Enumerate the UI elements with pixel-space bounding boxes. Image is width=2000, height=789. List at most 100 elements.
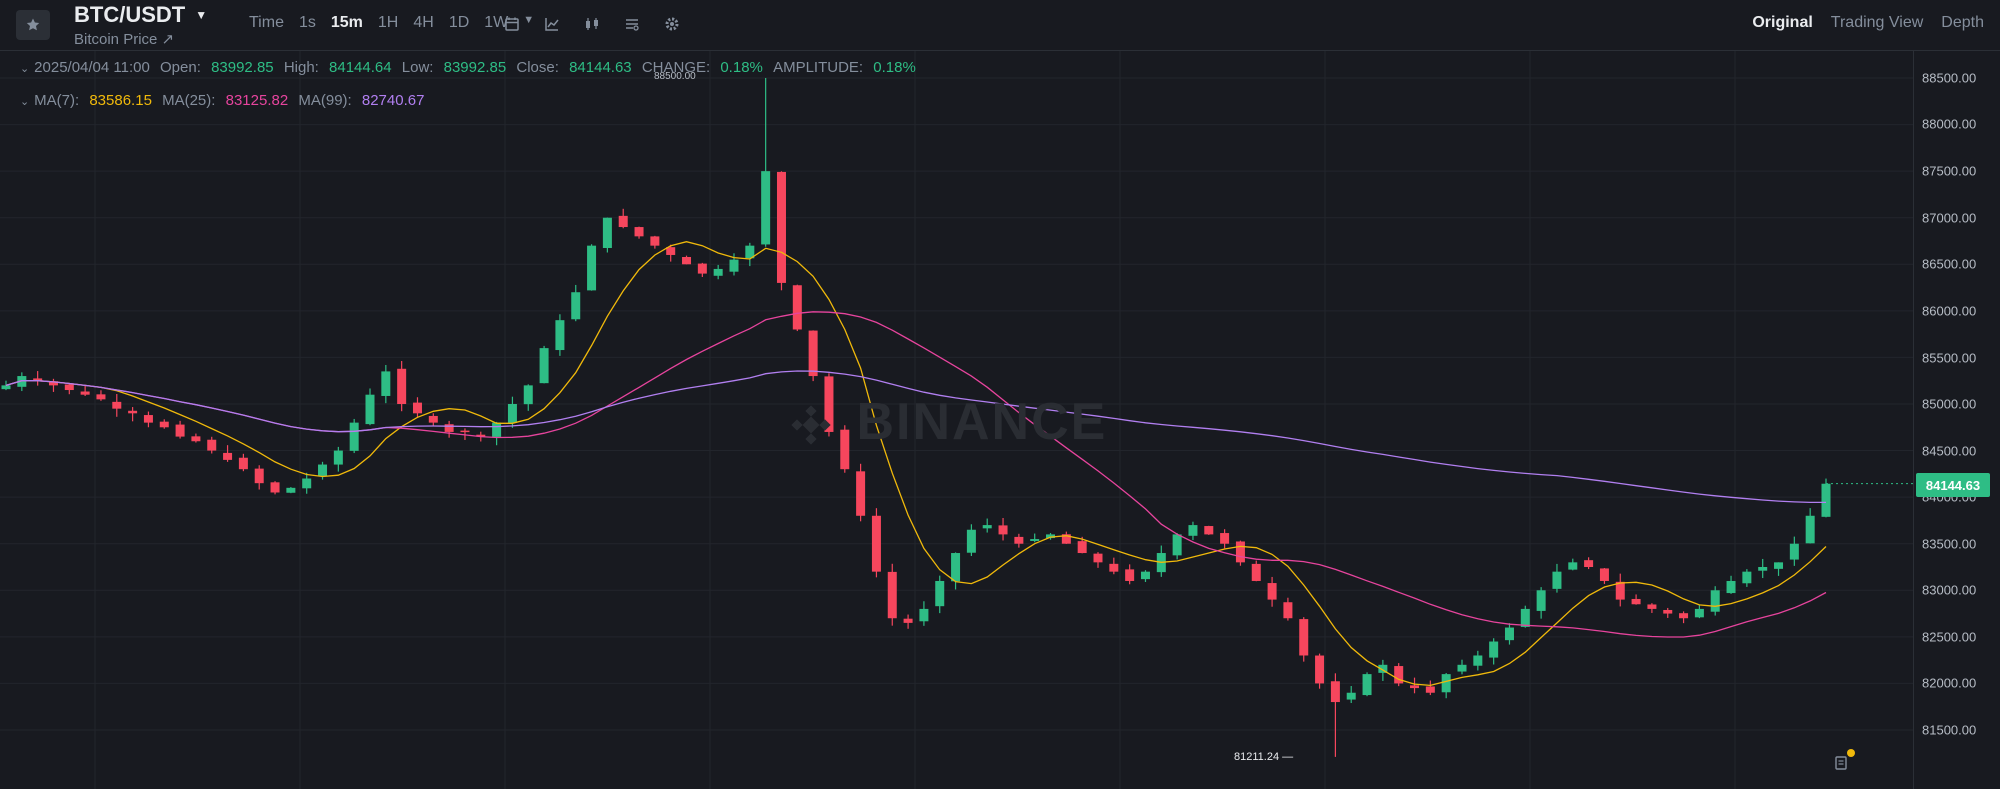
candle-body: [1299, 619, 1309, 656]
candle-body: [856, 471, 866, 516]
notes-button[interactable]: [1830, 749, 1855, 774]
collapse-chevron-icon[interactable]: ⌄: [20, 95, 30, 108]
star-icon: [26, 18, 40, 31]
y-tick: 88000.00: [1922, 116, 1977, 132]
candle-body: [919, 608, 929, 622]
candle-body: [713, 268, 723, 276]
candle-body: [1789, 543, 1799, 560]
y-tick: 82500.00: [1922, 629, 1977, 645]
candle-body: [492, 422, 502, 437]
candle-body: [618, 215, 628, 228]
interval-1d[interactable]: 1D: [449, 14, 469, 32]
price-axis[interactable]: 88500.00 88000.00 87500.00 87000.00 8650…: [1913, 51, 2000, 789]
notification-dot: [1847, 749, 1855, 757]
candle-body: [555, 320, 565, 351]
candle-body: [1315, 655, 1325, 684]
candle-body: [1694, 608, 1704, 618]
open-value: 83992.85: [211, 59, 274, 76]
candle-body: [1014, 536, 1024, 544]
binance-logo-icon: [791, 405, 831, 445]
low-label: Low:: [401, 59, 434, 76]
candle-body: [887, 571, 897, 619]
candle-body: [634, 227, 644, 237]
candle-body: [1805, 515, 1815, 544]
interval-1h[interactable]: 1H: [378, 14, 398, 32]
candle-body: [1251, 563, 1261, 581]
interval-4h[interactable]: 4H: [413, 14, 433, 32]
layout-icon[interactable]: [622, 14, 642, 34]
interval-1s[interactable]: 1s: [299, 14, 316, 32]
interval-time[interactable]: Time: [249, 14, 284, 32]
candle-body: [682, 257, 692, 265]
candle-body: [1520, 608, 1530, 627]
binance-watermark: BINANCE: [790, 392, 1107, 452]
candle-body: [349, 422, 359, 451]
chart-tools: [502, 14, 682, 34]
y-tick: 81500.00: [1922, 722, 1977, 738]
low-value: 83992.85: [443, 59, 507, 76]
change-value: 0.18%: [720, 59, 763, 76]
indicator-icon[interactable]: [542, 14, 562, 34]
candle-body: [1821, 483, 1831, 517]
candle-body: [1172, 534, 1182, 556]
candle-body: [1109, 563, 1119, 572]
watermark-text: BINANCE: [856, 393, 1108, 451]
view-tabs: Original Trading View Depth: [1734, 14, 1984, 32]
current-price-tag: 84144.63: [1916, 473, 1990, 497]
candle-body: [333, 450, 343, 465]
interval-15m[interactable]: 15m: [331, 14, 363, 32]
high-price-marker: 88500.00: [654, 71, 696, 82]
ohlc-legend: ⌄ 2025/04/04 11:00 Open: 83992.85 High: …: [20, 59, 916, 76]
candle-body: [1235, 541, 1245, 563]
tab-trading-view[interactable]: Trading View: [1831, 14, 1924, 32]
notes-icon: [1835, 756, 1847, 770]
candle-body: [1, 385, 11, 390]
ma7-line: [5, 241, 1827, 687]
favorite-star-button[interactable]: [16, 10, 50, 40]
candle-body: [1441, 674, 1451, 693]
candle-body: [792, 285, 802, 330]
ma25-label: MA(25):: [162, 92, 216, 109]
candle-body: [96, 394, 106, 400]
candle-body: [318, 464, 328, 476]
candle-body: [80, 391, 90, 395]
candle-body: [1568, 562, 1578, 570]
candle-type-icon[interactable]: [582, 14, 602, 34]
candle-body: [1030, 539, 1040, 541]
high-label: High:: [283, 59, 319, 76]
settings-icon[interactable]: [662, 14, 682, 34]
collapse-chevron-icon[interactable]: ⌄: [20, 62, 30, 75]
candle-body: [1631, 598, 1641, 605]
amplitude-value: 0.18%: [873, 59, 916, 76]
candle-body: [460, 430, 470, 433]
pair-subtitle-link[interactable]: Bitcoin Price ↗: [74, 30, 174, 48]
y-tick: 85000.00: [1922, 396, 1977, 412]
ma-legend: ⌄ MA(7): 83586.15 MA(25): 83125.82 MA(99…: [20, 92, 424, 109]
y-tick: 83500.00: [1922, 536, 1977, 552]
candle-body: [112, 401, 122, 409]
candle-body: [1077, 541, 1087, 554]
candle-body: [381, 371, 391, 396]
tab-original[interactable]: Original: [1752, 14, 1812, 32]
calendar-icon[interactable]: [502, 14, 522, 34]
candle-body: [1536, 590, 1546, 611]
trading-pair-selector[interactable]: BTC/USDT ▼: [74, 2, 207, 28]
candle-body: [1093, 553, 1103, 563]
ma99-value: 82740.67: [361, 92, 425, 109]
candle-body: [1774, 562, 1784, 569]
candle-body: [1615, 581, 1625, 600]
candle-body: [1758, 567, 1768, 571]
candle-body: [428, 415, 438, 423]
y-tick: 86500.00: [1922, 256, 1977, 272]
candle-body: [1663, 609, 1673, 614]
high-value: 84144.64: [329, 59, 392, 76]
candle-body: [1504, 627, 1514, 641]
candle-body: [1599, 568, 1609, 581]
candle-body: [223, 452, 233, 460]
candle-body: [1552, 571, 1562, 589]
tab-depth[interactable]: Depth: [1941, 14, 1984, 32]
candle-body: [1410, 685, 1420, 689]
candle-body: [1204, 526, 1214, 535]
candle-body: [270, 482, 280, 493]
candle-body: [412, 402, 422, 414]
